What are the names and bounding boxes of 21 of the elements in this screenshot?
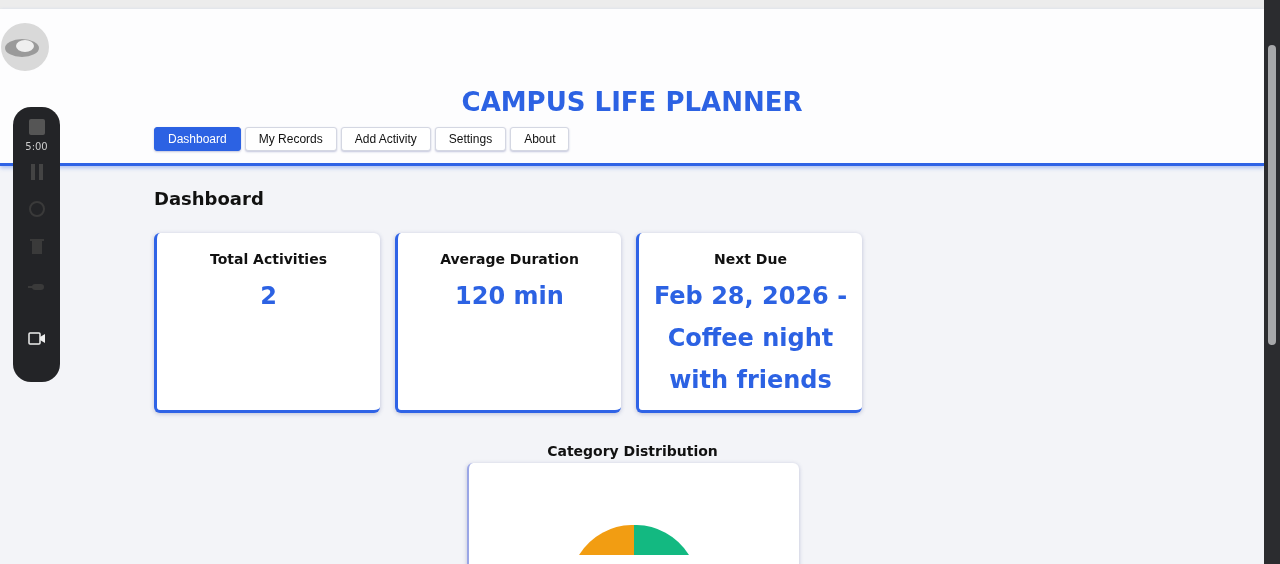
stop-icon[interactable] — [28, 119, 45, 135]
camera-icon[interactable] — [27, 332, 46, 345]
scrollbar[interactable] — [1264, 0, 1280, 564]
pause-icon[interactable] — [29, 164, 44, 180]
page-heading: Dashboard — [154, 188, 265, 209]
stat-label: Total Activities — [210, 251, 327, 267]
stat-value: 2 — [260, 281, 277, 312]
chart-title: Category Distribution — [547, 443, 718, 459]
nav-tab[interactable]: Add Activity — [340, 127, 431, 151]
stat-label: Average Duration — [440, 251, 579, 267]
stat-value: Feb 28, 2026 - Coffee night with friends — [652, 281, 849, 396]
app-title: CAMPUS LIFE PLANNER — [460, 87, 804, 117]
stat-value: 120 min — [455, 281, 564, 312]
logo-icon — [0, 22, 50, 72]
nav-tab[interactable]: Dashboard — [154, 127, 241, 151]
nav-tab[interactable]: About — [510, 127, 570, 151]
restart-icon[interactable] — [27, 200, 46, 218]
nav-tab[interactable]: My Records — [244, 127, 337, 151]
timer-text: 5:00 — [25, 141, 48, 152]
stat-label: Next Due — [714, 251, 787, 267]
nav-tab[interactable]: Settings — [434, 127, 507, 151]
